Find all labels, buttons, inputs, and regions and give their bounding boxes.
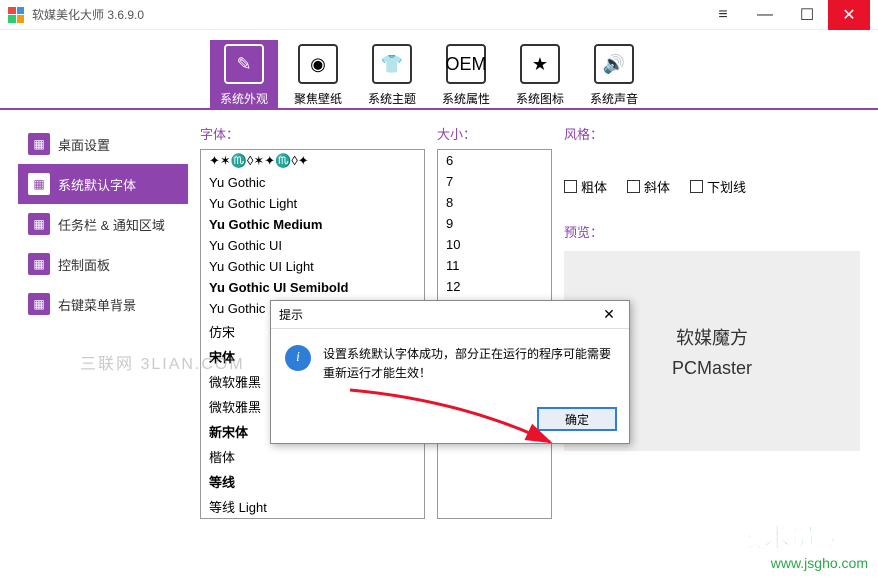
sidebar-item-1[interactable]: ▦ 系统默认字体	[18, 164, 188, 204]
toolbar-item-5[interactable]: 🔊 系统声音	[580, 40, 648, 108]
sidebar-item-3[interactable]: ▦ 控制面板	[18, 244, 188, 284]
toolbar-label: 系统声音	[590, 90, 638, 107]
italic-label: 斜体	[644, 177, 670, 196]
sidebar-item-0[interactable]: ▦ 桌面设置	[18, 124, 188, 164]
app-title: 软媒美化大师 3.6.9.0	[32, 6, 144, 23]
size-option[interactable]: 10	[438, 234, 551, 255]
preview-label: 预览：	[564, 222, 860, 241]
toolbar-item-0[interactable]: ✎ 系统外观	[210, 40, 278, 108]
sidebar-icon: ▦	[28, 173, 50, 195]
font-option[interactable]: Yu Gothic UI	[201, 235, 424, 256]
toolbar-label: 系统外观	[220, 90, 268, 107]
sidebar-item-2[interactable]: ▦ 任务栏 & 通知区域	[18, 204, 188, 244]
size-option[interactable]: 11	[438, 255, 551, 276]
sidebar-icon: ▦	[28, 253, 50, 275]
sidebar-item-label: 系统默认字体	[58, 175, 136, 194]
font-option[interactable]: 等线 Light	[201, 494, 424, 519]
sidebar-icon: ▦	[28, 293, 50, 315]
font-option[interactable]: 等线	[201, 469, 424, 494]
toolbar-icon: 👕	[372, 44, 412, 84]
toolbar-icon: ✎	[224, 44, 264, 84]
size-option[interactable]: 9	[438, 213, 551, 234]
minimize-button[interactable]: —	[744, 0, 786, 30]
underline-label: 下划线	[707, 177, 746, 196]
toolbar-item-2[interactable]: 👕 系统主题	[358, 40, 426, 108]
toolbar-icon: ◉	[298, 44, 338, 84]
sidebar: ▦ 桌面设置 ▦ 系统默认字体 ▦ 任务栏 & 通知区域 ▦ 控制面板 ▦ 右键菜单背景	[18, 124, 188, 567]
maximize-button[interactable]: ☐	[786, 0, 828, 30]
font-option[interactable]: 楷体	[201, 444, 424, 469]
dialog-message: 设置系统默认字体成功，部分正在运行的程序可能需要重新运行才能生效！	[323, 345, 615, 383]
toolbar-label: 系统属性	[442, 90, 490, 107]
font-option[interactable]: Yu Gothic Light	[201, 193, 424, 214]
preview-line1: 软媒魔方	[676, 324, 748, 350]
titlebar: 软媒美化大师 3.6.9.0 ≡ — ☐ ✕	[0, 0, 878, 30]
toolbar-label: 系统主题	[368, 90, 416, 107]
sidebar-item-label: 任务栏 & 通知区域	[58, 215, 165, 234]
sidebar-item-label: 控制面板	[58, 255, 110, 274]
underline-checkbox[interactable]: 下划线	[690, 177, 746, 196]
toolbar-icon: 🔊	[594, 44, 634, 84]
dialog-titlebar: 提示 ✕	[271, 301, 629, 329]
sidebar-icon: ▦	[28, 133, 50, 155]
style-checks: 粗体 斜体 下划线	[564, 177, 860, 196]
preview-line2: PCMaster	[672, 358, 752, 379]
size-option[interactable]: 12	[438, 276, 551, 297]
dialog-title-text: 提示	[279, 306, 303, 323]
font-option[interactable]: Yu Gothic UI Light	[201, 256, 424, 277]
ok-button[interactable]: 确定	[537, 407, 617, 431]
font-option[interactable]: ✦✶♏◊✶✦♏◊✦	[201, 150, 424, 172]
toolbar-icon: ★	[520, 44, 560, 84]
font-label: 字体：	[200, 124, 425, 143]
sidebar-item-label: 右键菜单背景	[58, 295, 136, 314]
toolbar-label: 系统图标	[516, 90, 564, 107]
toolbar-icon: OEM	[446, 44, 486, 84]
close-button[interactable]: ✕	[828, 0, 870, 30]
size-label: 大小：	[437, 124, 552, 143]
main-toolbar: ✎ 系统外观 ◉ 聚焦壁纸 👕 系统主题 OEM 系统属性 ★ 系统图标 🔊 系统声音	[0, 30, 878, 110]
bold-label: 粗体	[581, 177, 607, 196]
toolbar-label: 聚焦壁纸	[294, 90, 342, 107]
toolbar-item-3[interactable]: OEM 系统属性	[432, 40, 500, 108]
sidebar-item-4[interactable]: ▦ 右键菜单背景	[18, 284, 188, 324]
toolbar-item-4[interactable]: ★ 系统图标	[506, 40, 574, 108]
size-option[interactable]: 7	[438, 171, 551, 192]
style-label: 风格：	[564, 124, 860, 143]
menu-button[interactable]: ≡	[702, 0, 744, 30]
bold-checkbox[interactable]: 粗体	[564, 177, 607, 196]
info-dialog: 提示 ✕ i 设置系统默认字体成功，部分正在运行的程序可能需要重新运行才能生效！…	[270, 300, 630, 444]
dialog-close-button[interactable]: ✕	[597, 303, 621, 327]
sidebar-item-label: 桌面设置	[58, 135, 110, 154]
italic-checkbox[interactable]: 斜体	[627, 177, 670, 196]
info-icon: i	[285, 345, 311, 371]
toolbar-item-1[interactable]: ◉ 聚焦壁纸	[284, 40, 352, 108]
app-icon	[8, 7, 24, 23]
font-option[interactable]: Yu Gothic Medium	[201, 214, 424, 235]
sidebar-icon: ▦	[28, 213, 50, 235]
size-option[interactable]: 8	[438, 192, 551, 213]
font-option[interactable]: Yu Gothic	[201, 172, 424, 193]
size-option[interactable]: 6	[438, 150, 551, 171]
font-option[interactable]: Yu Gothic UI Semibold	[201, 277, 424, 298]
